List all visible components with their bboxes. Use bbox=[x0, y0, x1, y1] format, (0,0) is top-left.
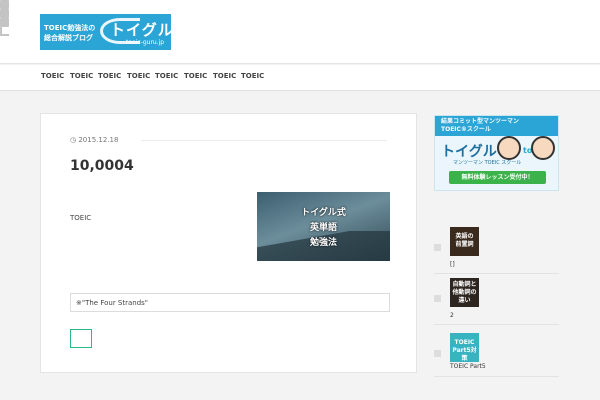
thumb-text-2: 前置詞 bbox=[455, 241, 474, 248]
nav-item-3[interactable]: TOEIC bbox=[98, 72, 121, 80]
nav-item-2[interactable]: TOEIC bbox=[70, 72, 93, 80]
thumb-line-2: 英単語 bbox=[309, 223, 337, 233]
sidebar-post-thumb[interactable]: TOEIC Part5対策 bbox=[450, 333, 479, 362]
post-title[interactable]: 10,0004 bbox=[70, 158, 134, 174]
divider bbox=[434, 324, 559, 325]
nav-item-8[interactable]: TOEIC bbox=[241, 72, 264, 80]
post-paragraph: TOEIC bbox=[70, 214, 92, 222]
ad-brand: トイグル bbox=[441, 144, 497, 160]
clock-icon: ◷ bbox=[70, 136, 77, 144]
sidebar-post-caption[interactable]: TOEIC Part5 bbox=[450, 363, 486, 370]
thumb-text-2: 他動詞の bbox=[452, 289, 477, 296]
list-bullet-icon bbox=[434, 295, 441, 302]
facebook-icon[interactable] bbox=[0, 0, 600, 9]
thumb-text-2: Part5対策 bbox=[452, 347, 477, 362]
post-date-text: 2015.12.18 bbox=[78, 136, 119, 144]
logo-brand: トイグル bbox=[110, 21, 171, 39]
thumb-text-1: TOEIC bbox=[454, 339, 475, 346]
thumb-text-3: 違い bbox=[458, 297, 471, 304]
main-nav: TOEIC TOEIC TOEIC TOEIC TOEIC TOEIC TOEI… bbox=[0, 65, 600, 91]
date-divider bbox=[141, 140, 387, 141]
sidebar-post-caption[interactable]: 2 bbox=[450, 312, 454, 319]
sidebar-post-thumb[interactable]: 自動詞と 他動詞の 違い bbox=[450, 278, 479, 307]
list-bullet-icon bbox=[434, 350, 441, 357]
nav-item-5[interactable]: TOEIC bbox=[155, 72, 178, 80]
site-logo[interactable]: TOEIC勉強法の 総合解説ブログ トイグル toeic-guru.jp bbox=[40, 14, 171, 50]
logo-tagline-2: 総合解説ブログ bbox=[44, 34, 93, 42]
ad-header: 結果コミット型マンツーマン TOEIC®スクール bbox=[435, 116, 558, 136]
logo-tagline-1: TOEIC勉強法の bbox=[44, 24, 96, 32]
divider bbox=[434, 376, 559, 377]
thumb-text-1: 英語の bbox=[455, 233, 474, 240]
ad-cta-button[interactable]: 無料体験レッスン受付中！ bbox=[449, 171, 546, 184]
ad-subtitle: マンツーマン TOEIC スクール bbox=[453, 160, 522, 166]
sidebar-post-caption[interactable]: [] bbox=[450, 261, 455, 268]
sidebar-post-thumb[interactable]: 英語の 前置詞 bbox=[450, 227, 479, 256]
list-bullet-icon bbox=[434, 244, 441, 251]
nav-item-7[interactable]: TOEIC bbox=[213, 72, 236, 80]
thumb-line-3: 勉強法 bbox=[309, 238, 337, 248]
nav-item-6[interactable]: TOEIC bbox=[184, 72, 207, 80]
logo-url: toeic-guru.jp bbox=[126, 39, 165, 46]
ad-header-line-2: TOEIC®スクール bbox=[441, 126, 491, 133]
divider bbox=[434, 273, 559, 274]
article-card: ◷ 2015.12.18 10,0004 TOEIC トイグル式 英単語 勉強法… bbox=[40, 113, 417, 373]
ad-header-line-1: 結果コミット型マンツーマン bbox=[441, 118, 520, 125]
sidebar-ad-banner[interactable]: 結果コミット型マンツーマン TOEIC®スクール トイグル マンツーマン TOE… bbox=[434, 115, 559, 191]
nav-item-1[interactable]: TOEIC bbox=[41, 72, 64, 80]
post-thumbnail[interactable]: トイグル式 英単語 勉強法 bbox=[257, 192, 390, 261]
ad-face-right-icon bbox=[531, 136, 555, 160]
site-header: TOEIC勉強法の 総合解説ブログ トイグル toeic-guru.jp bbox=[0, 0, 600, 64]
post-date: ◷ 2015.12.18 bbox=[70, 136, 118, 144]
thumb-line-1: トイグル式 bbox=[301, 208, 346, 218]
quote-box: ※"The Four Strands" bbox=[70, 293, 390, 312]
thumb-text-1: 自動詞と bbox=[452, 281, 477, 288]
share-button[interactable] bbox=[70, 329, 92, 348]
ad-face-left-icon bbox=[497, 136, 521, 160]
nav-item-4[interactable]: TOEIC bbox=[127, 72, 150, 80]
